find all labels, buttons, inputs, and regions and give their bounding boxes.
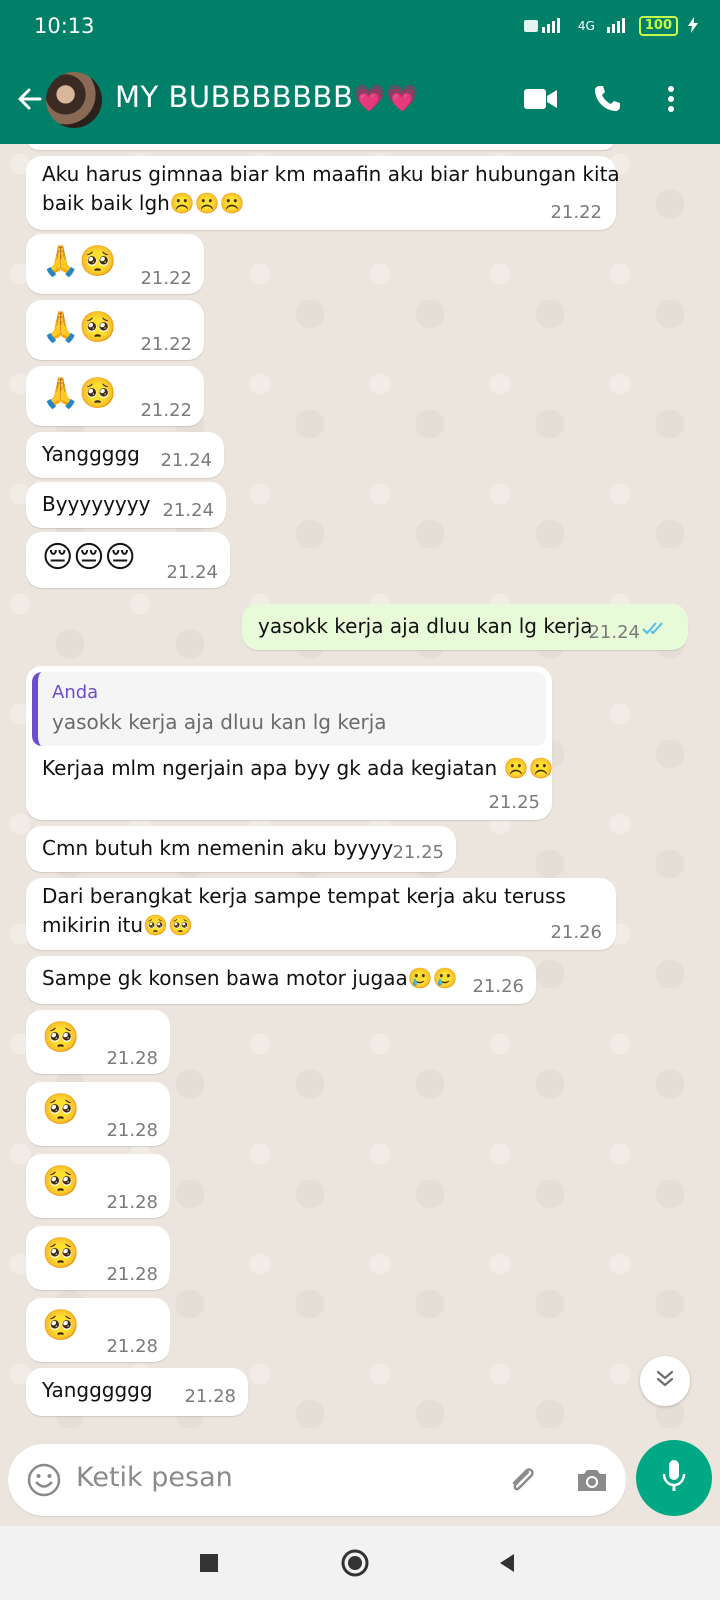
message-bubble[interactable]: 🙏🥺 21.22	[26, 300, 204, 360]
message-text: yasokk kerja aja dluu kan lg kerja	[258, 614, 593, 638]
message-text: 🥺	[42, 1236, 80, 1271]
message-bubble[interactable]: 🥺 21.28	[26, 1154, 170, 1218]
message-time: 21.22	[140, 268, 192, 289]
message-bubble[interactable]: Yangggggg 21.28	[26, 1368, 248, 1416]
message-text: Yanggggg	[42, 442, 140, 466]
message-bubble[interactable]: Aku harus gimnaa biar km maafin aku biar…	[26, 156, 620, 230]
status-icons: 4G 100	[523, 16, 698, 36]
chat-header: MY BUBBBBBBB💗💗	[0, 58, 720, 144]
message-time: 21.24	[162, 500, 214, 521]
message-text: 🥺	[42, 1164, 80, 1199]
message-time: 21.28	[106, 1336, 158, 1357]
message-time: 21.26	[472, 976, 524, 997]
message-bubble[interactable]: Sampe gk konsen bawa motor jugaa🥲🥲 21.26	[26, 956, 536, 1004]
message-text: Dari berangkat kerja sampe tempat kerja …	[42, 884, 566, 908]
message-text: Byyyyyyyy	[42, 492, 151, 516]
message-bubble[interactable]: 🥺 21.28	[26, 1010, 170, 1074]
double-chevron-down-icon	[654, 1367, 676, 1395]
message-text: 🙏🥺	[42, 376, 117, 411]
message-bubble[interactable]: 😔😔😔 21.24	[26, 532, 230, 588]
quoted-text: yasokk kerja aja dluu kan lg kerja	[52, 710, 387, 734]
network-type: 4G	[577, 19, 595, 33]
message-time: 21.28	[106, 1048, 158, 1069]
message-bubble[interactable]: 🥺 21.28	[26, 1226, 170, 1290]
signal-icon-2	[605, 17, 629, 36]
message-time: 21.25	[488, 792, 540, 813]
charging-icon	[688, 16, 698, 36]
contact-hearts: 💗💗	[353, 84, 420, 114]
message-time: 21.28	[106, 1264, 158, 1285]
message-text: 🥺	[42, 1020, 80, 1055]
signal-icon	[523, 17, 568, 36]
message-text: Yangggggg	[42, 1378, 153, 1402]
message-time: 21.22	[140, 334, 192, 355]
message-time: 21.22	[140, 400, 192, 421]
battery-indicator: 100	[638, 16, 678, 36]
message-text: Aku harus gimnaa biar km maafin aku biar…	[42, 162, 620, 186]
message-text: Cmn butuh km nemenin aku byyyy	[42, 836, 394, 860]
quoted-sender: Anda	[52, 682, 99, 703]
message-composer: Ketik pesan	[0, 1440, 720, 1526]
reply-message-bubble[interactable]: Anda yasokk kerja aja dluu kan lg kerja …	[26, 666, 554, 820]
status-time: 10:13	[34, 14, 95, 38]
message-text-line2: baik baik lgh☹️☹️☹️	[42, 191, 245, 215]
recents-icon[interactable]	[194, 1548, 224, 1578]
message-input-container[interactable]: Ketik pesan	[8, 1444, 626, 1516]
message-text: 🥺	[42, 1308, 80, 1343]
quoted-message[interactable]: Anda yasokk kerja aja dluu kan lg kerja	[32, 672, 546, 746]
message-text: 🙏🥺	[42, 310, 117, 345]
message-time: 21.24	[160, 450, 212, 471]
home-icon[interactable]	[340, 1548, 370, 1578]
message-time: 21.22	[550, 202, 602, 223]
paperclip-icon[interactable]	[504, 1462, 540, 1498]
microphone-button[interactable]	[636, 1440, 712, 1516]
system-navigation-bar	[0, 1526, 720, 1600]
message-bubble[interactable]: Yanggggg 21.24	[26, 432, 224, 478]
message-time: 21.25	[392, 842, 444, 863]
camera-icon[interactable]	[574, 1462, 610, 1498]
message-bubble[interactable]: Cmn butuh km nemenin aku byyyy 21.25	[26, 826, 456, 872]
message-bubble[interactable]: Dari berangkat kerja sampe tempat kerja …	[26, 878, 616, 950]
message-bubble[interactable]: 🥺 21.28	[26, 1082, 170, 1146]
chat-area[interactable]: Aku harus gimnaa biar km maafin aku biar…	[0, 144, 720, 1440]
kebab-menu-icon	[667, 85, 675, 117]
message-bubble[interactable]: Byyyyyyyy 21.24	[26, 482, 226, 528]
message-bubble-partial	[26, 144, 616, 150]
emoji-icon[interactable]	[26, 1462, 62, 1498]
message-time: 21.28	[106, 1120, 158, 1141]
message-time: 21.26	[550, 922, 602, 943]
microphone-icon	[659, 1458, 689, 1498]
message-text: 🙏🥺	[42, 244, 117, 279]
back-triangle-icon[interactable]	[492, 1548, 522, 1578]
avatar[interactable]	[46, 72, 102, 128]
read-receipt-icon	[642, 620, 668, 641]
message-text: 🥺	[42, 1092, 80, 1127]
contact-name[interactable]: MY BUBBBBBBB💗💗	[115, 80, 419, 114]
message-bubble[interactable]: 🙏🥺 21.22	[26, 234, 204, 294]
message-time: 21.24	[588, 622, 640, 643]
message-input[interactable]: Ketik pesan	[76, 1462, 233, 1493]
scroll-to-bottom-button[interactable]	[640, 1356, 690, 1406]
more-options-button[interactable]	[650, 80, 692, 122]
message-text: Kerjaa mlm ngerjain apa byy gk ada kegia…	[42, 756, 554, 780]
message-time: 21.28	[184, 1386, 236, 1407]
outgoing-message-bubble[interactable]: yasokk kerja aja dluu kan lg kerja 21.24	[242, 604, 688, 650]
video-call-button[interactable]	[520, 80, 562, 122]
message-text: 😔😔😔	[42, 540, 136, 575]
voice-call-button[interactable]	[586, 80, 628, 122]
phone-icon	[592, 84, 622, 118]
message-text: Sampe gk konsen bawa motor jugaa🥲🥲	[42, 966, 458, 990]
message-text-line2: mikirin itu🥺🥺	[42, 913, 193, 937]
back-arrow-icon[interactable]	[12, 82, 48, 118]
message-bubble[interactable]: 🙏🥺 21.22	[26, 366, 204, 426]
contact-name-text: MY BUBBBBBBB	[115, 80, 354, 114]
message-time: 21.24	[166, 562, 218, 583]
video-camera-icon	[524, 87, 558, 115]
status-bar: 10:13 4G 100	[0, 0, 720, 58]
message-bubble[interactable]: 🥺 21.28	[26, 1298, 170, 1362]
message-time: 21.28	[106, 1192, 158, 1213]
